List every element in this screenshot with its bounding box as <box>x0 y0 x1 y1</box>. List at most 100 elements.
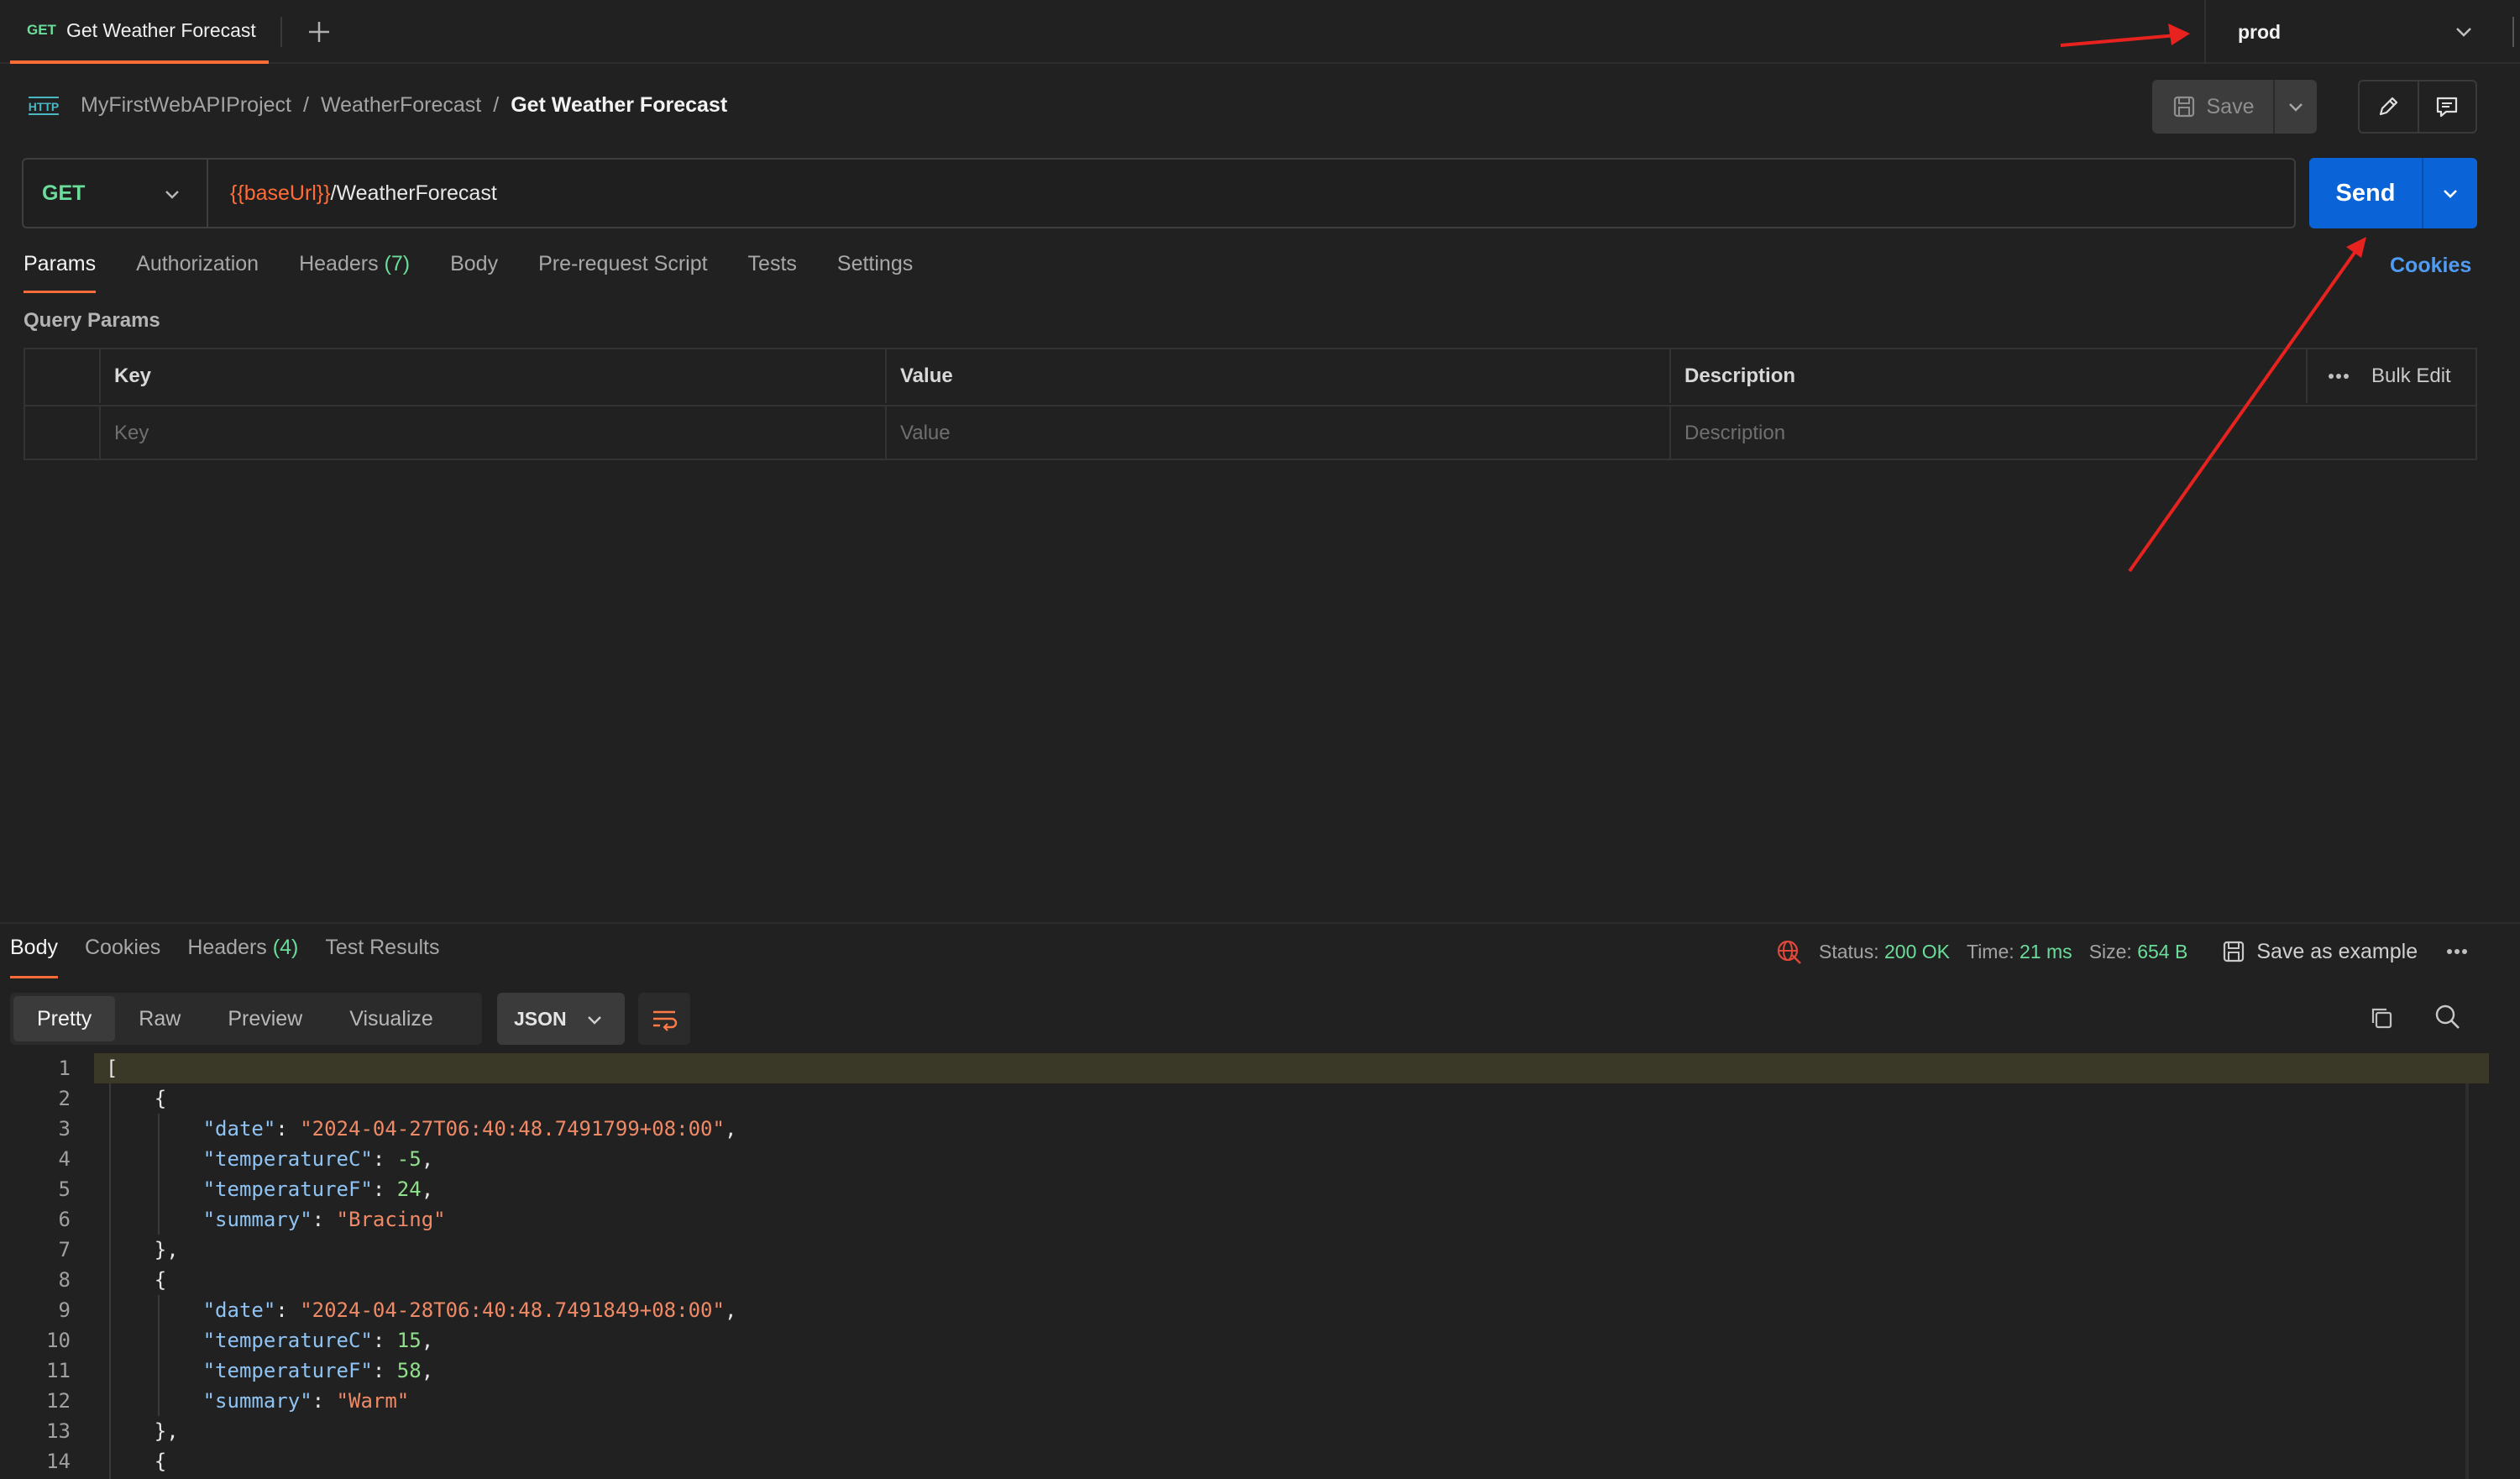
code-line: 14 { <box>0 1446 2520 1476</box>
tab-params[interactable]: Params <box>24 252 97 294</box>
code-text: "temperatureF": 58, <box>202 1359 434 1382</box>
format-tab-raw[interactable]: Raw <box>115 996 204 1041</box>
status-value[interactable]: 200 OK <box>1884 941 1950 962</box>
response-tab-cookies[interactable]: Cookies <box>85 936 160 979</box>
tab-pre-request-script[interactable]: Pre-request Script <box>538 252 707 294</box>
code-text: { <box>106 1087 167 1110</box>
scrollbar[interactable] <box>2465 1083 2469 1479</box>
tab-label: Headers <box>187 936 267 959</box>
copy-icon[interactable] <box>2368 1004 2395 1031</box>
method-select[interactable]: GET <box>24 160 208 227</box>
tab-label: Pre-request Script <box>538 252 708 275</box>
environment-select[interactable]: prod <box>2217 0 2477 64</box>
tab-label: Authorization <box>136 252 259 275</box>
request-tab[interactable]: GET Get Weather Forecast <box>10 0 269 64</box>
window-edge-divider <box>2512 17 2514 47</box>
code-line: 1[ <box>0 1053 2520 1083</box>
code-text: "temperatureC": -5, <box>202 1147 434 1171</box>
wrap-lines-icon[interactable] <box>638 993 690 1045</box>
network-globe-icon[interactable] <box>1775 938 1802 965</box>
time-value[interactable]: 21 ms <box>2020 941 2072 962</box>
comment-icon[interactable] <box>2417 81 2475 132</box>
save-as-example-label: Save as example <box>2256 939 2418 963</box>
response-meta: Status: 200 OK Time: 21 ms Size: 654 B S… <box>1775 936 2468 968</box>
indent-guide <box>109 1083 111 1479</box>
row-checkbox-cell <box>25 406 101 460</box>
code-text: [ <box>106 1057 118 1080</box>
code-line: 6 "summary": "Bracing" <box>0 1204 2520 1235</box>
save-as-example-button[interactable]: Save as example <box>2221 939 2418 964</box>
table-header-row: Key Value Description Bulk Edit <box>25 349 2475 403</box>
status-text: Status: 200 OK <box>1819 941 1950 963</box>
tab-authorization[interactable]: Authorization <box>136 252 259 294</box>
line-number: 11 <box>46 1359 71 1382</box>
breadcrumb-folder[interactable]: WeatherForecast <box>321 93 481 118</box>
breadcrumb-separator: / <box>302 92 309 117</box>
line-number: 2 <box>58 1087 71 1110</box>
tab-divider <box>280 17 282 47</box>
bulk-edit-controls: Bulk Edit <box>2308 349 2451 403</box>
response-tab-body[interactable]: Body <box>10 936 58 979</box>
chevron-down-icon <box>161 183 183 205</box>
line-number: 13 <box>46 1419 71 1443</box>
url-variable: {{baseUrl}} <box>230 181 331 205</box>
code-line: 4 "temperatureC": -5, <box>0 1144 2520 1174</box>
more-options-icon[interactable] <box>2446 948 2468 955</box>
code-line: 9 "date": "2024-04-28T06:40:48.7491849+0… <box>0 1295 2520 1325</box>
chevron-down-icon[interactable] <box>2452 20 2475 44</box>
svg-text:HTTP: HTTP <box>29 100 60 113</box>
url-input[interactable]: {{baseUrl}}/WeatherForecast <box>208 181 497 206</box>
table-row: Key Value Description <box>25 405 2475 460</box>
key-input[interactable]: Key <box>101 406 887 460</box>
code-text: "temperatureC": 15, <box>202 1329 434 1352</box>
bulk-edit-link[interactable]: Bulk Edit <box>2371 365 2451 388</box>
tab-tests[interactable]: Tests <box>748 252 797 294</box>
response-body-code[interactable]: 1[2 {3 "date": "2024-04-27T06:40:48.7491… <box>0 1053 2520 1479</box>
response-tab-headers[interactable]: Headers (4) <box>187 936 298 979</box>
line-number: 9 <box>58 1298 71 1322</box>
tab-body[interactable]: Body <box>450 252 498 294</box>
description-input[interactable]: Description <box>1671 406 2475 460</box>
breadcrumb-collection[interactable]: MyFirstWebAPIProject <box>81 93 291 118</box>
more-options-icon[interactable] <box>2328 373 2350 380</box>
line-number: 8 <box>58 1268 71 1292</box>
search-icon[interactable] <box>2434 1003 2462 1031</box>
method-label: GET <box>42 181 86 205</box>
breadcrumb-current[interactable]: Get Weather Forecast <box>511 93 727 118</box>
format-tab-preview[interactable]: Preview <box>204 996 326 1041</box>
format-select[interactable]: JSON <box>497 993 625 1045</box>
save-button[interactable]: Save <box>2152 80 2273 134</box>
save-options-chevron-down-icon[interactable] <box>2273 80 2317 134</box>
pane-divider[interactable] <box>0 922 2520 924</box>
breadcrumb: MyFirstWebAPIProject / WeatherForecast /… <box>81 91 727 119</box>
format-tab-visualize[interactable]: Visualize <box>326 996 457 1041</box>
new-tab-plus-icon[interactable] <box>304 17 334 47</box>
environment-label: prod <box>2238 20 2282 43</box>
cookies-link[interactable]: Cookies <box>2390 254 2471 278</box>
send-button[interactable]: Send <box>2309 158 2422 228</box>
chevron-down-icon <box>584 1010 605 1030</box>
size-text: Size: 654 B <box>2089 941 2188 963</box>
tab-settings[interactable]: Settings <box>837 252 913 294</box>
tab-title: Get Weather Forecast <box>65 18 256 41</box>
edit-pencil-icon[interactable] <box>2360 81 2418 132</box>
column-header-value: Value <box>887 349 1671 403</box>
send-options-chevron-down-icon[interactable] <box>2422 158 2477 228</box>
code-text: "date": "2024-04-28T06:40:48.7491849+08:… <box>202 1298 737 1322</box>
indent-guide <box>158 1295 160 1416</box>
size-value[interactable]: 654 B <box>2137 941 2187 962</box>
response-tab-test-results[interactable]: Test Results <box>325 936 439 979</box>
save-disk-icon <box>2221 939 2246 964</box>
tab-label: Body <box>450 252 499 275</box>
query-params-table: Key Value Description Bulk Edit Key Valu… <box>24 348 2477 460</box>
http-icon: HTTP <box>25 91 62 119</box>
status-label: Status: <box>1819 940 1879 962</box>
code-text: { <box>106 1450 167 1473</box>
tab-label: Params <box>24 252 97 275</box>
tab-headers[interactable]: Headers (7) <box>299 252 410 294</box>
value-input[interactable]: Value <box>887 406 1671 460</box>
code-line: 2 { <box>0 1083 2520 1114</box>
request-tabs: Params Authorization Headers (7) Body Pr… <box>24 252 913 294</box>
column-header-description: Description <box>1671 349 2308 403</box>
format-tab-pretty[interactable]: Pretty <box>13 996 116 1041</box>
